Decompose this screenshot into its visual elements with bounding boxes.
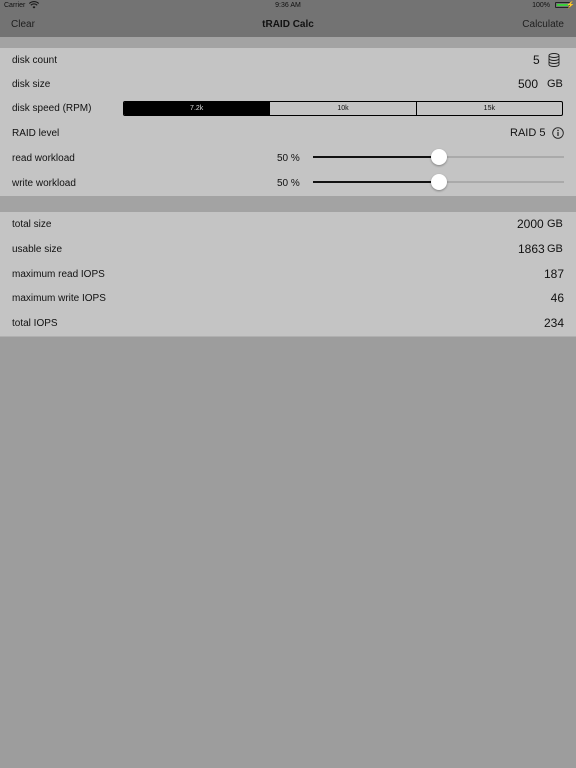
input-section: disk count 5 disk size 500 GB disk speed… <box>0 48 576 196</box>
read-workload-row: read workload 50 % <box>0 146 576 170</box>
disk-size-unit: GB <box>547 78 563 90</box>
usable-size-value: 1863 <box>518 242 545 256</box>
total-size-value: 2000 <box>517 217 544 231</box>
write-workload-slider-fill <box>313 181 439 183</box>
total-size-unit: GB <box>547 218 563 230</box>
disk-count-value[interactable]: 5 <box>533 53 540 67</box>
write-workload-row: write workload 50 % <box>0 171 576 195</box>
read-workload-slider-thumb[interactable] <box>430 149 447 165</box>
disk-speed-row: disk speed (RPM) 7.2k 10k 15k <box>0 96 576 120</box>
read-workload-slider-fill <box>313 156 439 158</box>
disk-speed-segmented-control[interactable]: 7.2k 10k 15k <box>123 101 563 116</box>
total-iops-label: total IOPS <box>12 318 58 329</box>
read-workload-slider[interactable] <box>313 149 564 165</box>
max-read-iops-row: maximum read IOPS 187 <box>0 262 576 286</box>
segment-15k[interactable]: 15k <box>415 102 562 115</box>
raid-level-label: RAID level <box>12 128 60 139</box>
clock: 9:36 AM <box>275 2 301 9</box>
max-write-iops-value: 46 <box>550 291 564 305</box>
raid-level-value[interactable]: RAID 5 <box>510 127 545 139</box>
max-read-iops-value: 187 <box>543 267 564 281</box>
total-size-row: total size 2000 GB <box>0 212 576 236</box>
segment-10k[interactable]: 10k <box>269 102 415 115</box>
total-iops-value: 234 <box>543 316 564 330</box>
segment-7-2k[interactable]: 7.2k <box>124 102 270 115</box>
total-iops-row: total IOPS 234 <box>0 311 576 335</box>
charging-icon: ⚡ <box>566 2 575 9</box>
usable-size-label: usable size <box>12 244 63 255</box>
disk-count-label: disk count <box>12 55 58 66</box>
status-bar: Carrier 9:36 AM 100% ⚡ <box>0 0 576 12</box>
usable-size-unit: GB <box>547 243 563 255</box>
usable-size-row: usable size 1863 GB <box>0 237 576 261</box>
write-workload-label: write workload <box>12 178 76 189</box>
read-workload-percent: 50 % <box>277 153 300 164</box>
write-workload-slider-thumb[interactable] <box>430 174 447 190</box>
raid-level-row: RAID level RAID 5 <box>0 121 576 145</box>
write-workload-percent: 50 % <box>277 178 300 189</box>
disk-count-row: disk count 5 <box>0 48 576 72</box>
max-write-iops-row: maximum write IOPS 46 <box>0 286 576 310</box>
calculate-button[interactable]: Calculate <box>522 19 564 30</box>
disk-size-value[interactable]: 500 <box>518 77 538 91</box>
max-write-iops-label: maximum write IOPS <box>12 293 106 304</box>
results-section: total size 2000 GB usable size 1863 GB m… <box>0 212 576 337</box>
info-icon[interactable] <box>552 127 564 139</box>
page-title: tRAID Calc <box>262 19 314 30</box>
max-read-iops-label: maximum read IOPS <box>12 269 105 280</box>
disk-speed-label: disk speed (RPM) <box>12 103 92 114</box>
disk-size-row: disk size 500 GB <box>0 72 576 96</box>
section-separator <box>0 196 576 212</box>
navigation-bar: Clear tRAID Calc Calculate <box>0 12 576 37</box>
total-size-label: total size <box>12 219 52 230</box>
disk-size-label: disk size <box>12 79 51 90</box>
database-icon[interactable] <box>548 53 560 67</box>
read-workload-label: read workload <box>12 153 75 164</box>
write-workload-slider[interactable] <box>313 174 564 190</box>
battery-percent: 100% <box>532 2 550 9</box>
section-separator <box>0 37 576 48</box>
